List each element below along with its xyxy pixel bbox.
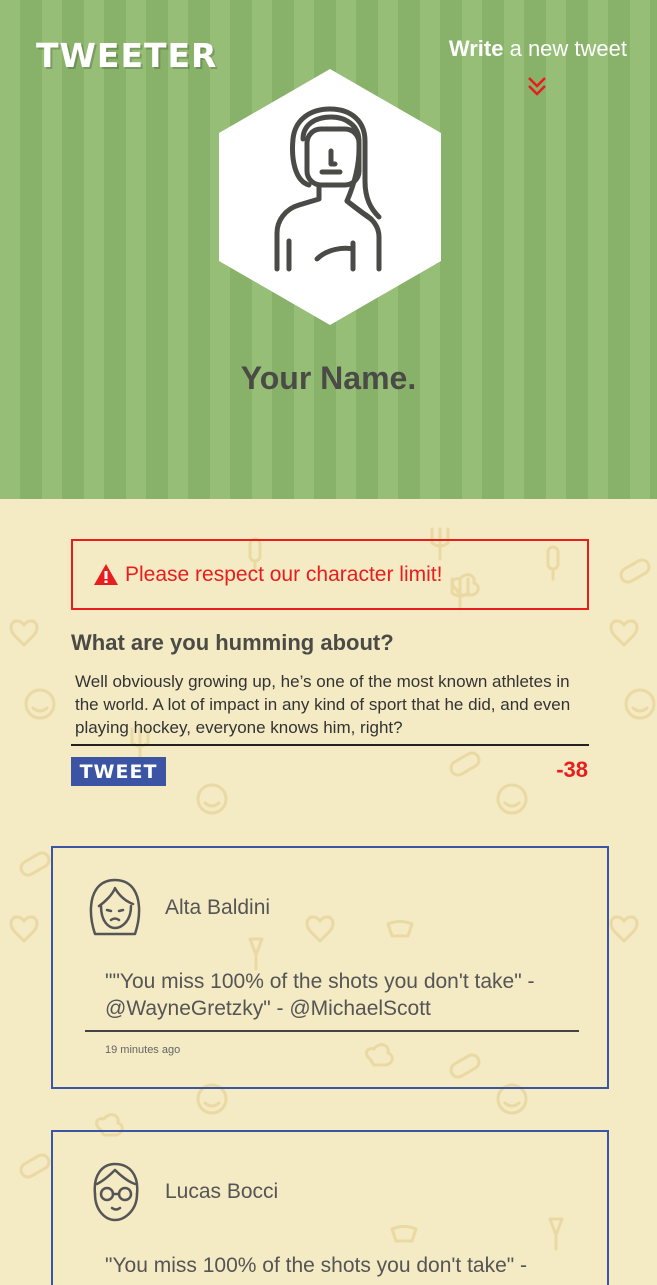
compose-link-text: a new tweet bbox=[503, 36, 627, 61]
character-counter: -38 bbox=[556, 757, 588, 782]
profile-avatar bbox=[219, 69, 441, 325]
tweet-username[interactable]: Alta Baldini bbox=[165, 896, 270, 920]
tweet-text: "You miss 100% of the shots you don't ta… bbox=[105, 1254, 528, 1277]
compose-link-bold: Write bbox=[448, 36, 504, 61]
compose-label: What are you humming about? bbox=[71, 630, 394, 655]
tweet-timestamp: 19 minutes ago bbox=[105, 1044, 181, 1056]
tweet-submit-button[interactable]: TWEET bbox=[71, 757, 166, 786]
tweet-card: Alta Baldini ""You miss 100% of the shot… bbox=[51, 846, 609, 1089]
tweet-username[interactable]: Lucas Bocci bbox=[165, 1180, 278, 1204]
tweet-card: Lucas Bocci "You miss 100% of the shots … bbox=[51, 1130, 609, 1285]
tweet-text-input[interactable]: Well obviously growing up, he’s one of t… bbox=[71, 670, 589, 746]
profile-header: TWEETER Write a new tweet Your Name. bbox=[0, 0, 657, 499]
tweet-divider bbox=[85, 1030, 579, 1032]
alert-text: Please respect our character limit! bbox=[125, 562, 443, 586]
woman-frown-avatar-icon bbox=[89, 878, 141, 936]
double-chevron-down-icon[interactable] bbox=[526, 75, 548, 97]
warning-icon bbox=[94, 564, 118, 585]
man-glasses-avatar-icon bbox=[93, 1162, 139, 1222]
tweet-text: ""You miss 100% of the shots you don't t… bbox=[105, 970, 535, 1020]
brand-logo[interactable]: TWEETER bbox=[36, 36, 217, 75]
profile-name: Your Name. bbox=[240, 360, 417, 396]
character-limit-alert: Please respect our character limit! bbox=[71, 539, 589, 610]
write-new-tweet-link[interactable]: Write a new tweet bbox=[449, 36, 627, 62]
